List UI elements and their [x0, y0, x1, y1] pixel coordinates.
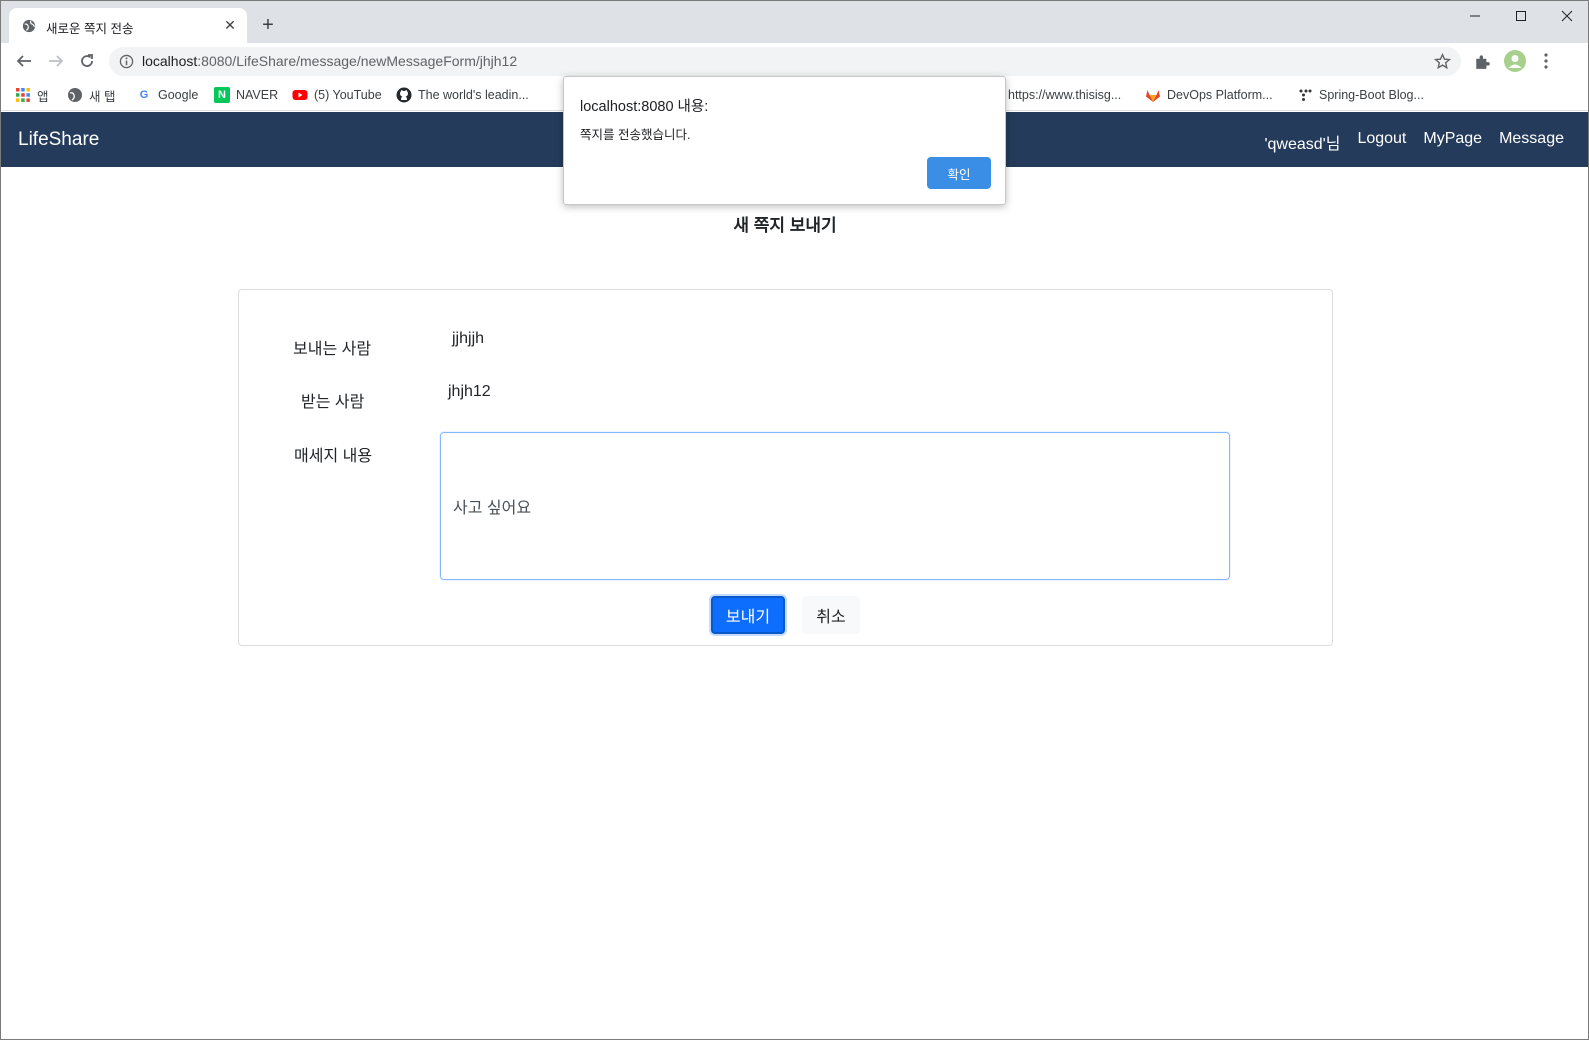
- tab-title: 새로운 쪽지 전송: [46, 22, 134, 36]
- dialog-message: 쪽지를 전송했습니다.: [580, 128, 691, 142]
- message-content-text: 사고 싶어요: [453, 500, 532, 517]
- bookmark-naver[interactable]: N NAVER: [214, 85, 278, 105]
- forward-arrow-icon[interactable]: [44, 49, 68, 73]
- cancel-button[interactable]: 취소: [802, 596, 860, 634]
- profile-avatar-icon[interactable]: [1504, 50, 1526, 72]
- back-arrow-icon[interactable]: [12, 49, 36, 73]
- bookmark-youtube[interactable]: (5) YouTube: [292, 85, 382, 105]
- nav-mypage-link[interactable]: MyPage: [1423, 130, 1482, 154]
- browser-tab[interactable]: 새로운 쪽지 전송 ✕: [9, 8, 247, 43]
- bookmark-gitlab[interactable]: DevOps Platform...: [1145, 85, 1273, 105]
- gitlab-icon: [1146, 90, 1160, 102]
- browser-window: 새로운 쪽지 전송 ✕ + localhost:8080/LifeShare/m…: [0, 0, 1589, 1040]
- dialog-ok-button[interactable]: 확인: [927, 157, 991, 189]
- dialog-title: localhost:8080 내용:: [580, 99, 709, 115]
- send-button[interactable]: 보내기: [711, 596, 785, 634]
- bookmark-springboot-blog[interactable]: Spring-Boot Blog...: [1297, 85, 1424, 105]
- bookmark-github[interactable]: The world's leadin...: [396, 85, 529, 105]
- content-label: 매세지 내용: [294, 448, 373, 465]
- message-content-textarea[interactable]: 사고 싶어요: [440, 432, 1230, 580]
- apps-grid-icon: [16, 88, 30, 102]
- info-icon[interactable]: [119, 54, 134, 69]
- github-icon: [396, 87, 412, 103]
- bookmark-star-icon[interactable]: [1434, 53, 1451, 70]
- sender-value: jjhjjh: [452, 330, 485, 347]
- minimize-icon[interactable]: [1452, 1, 1498, 31]
- url-text[interactable]: localhost:8080/LifeShare/message/newMess…: [142, 53, 517, 69]
- google-icon: G: [139, 89, 149, 101]
- message-form-card: 보내는 사람 jjhjjh 받는 사람 jhjh12 매세지 내용 사고 싶어요…: [238, 289, 1333, 646]
- kebab-menu-icon[interactable]: [1539, 51, 1553, 71]
- page-title: 새 쪽지 보내기: [733, 216, 837, 235]
- tab-close-icon[interactable]: ✕: [221, 16, 239, 34]
- youtube-icon: [292, 90, 308, 100]
- globe-icon: [68, 88, 82, 102]
- extensions-puzzle-icon[interactable]: [1474, 52, 1492, 70]
- bookmark-google[interactable]: G Google: [136, 85, 199, 105]
- alert-dialog: localhost:8080 내용: 쪽지를 전송했습니다. 확인: [563, 76, 1006, 205]
- nav-logout-link[interactable]: Logout: [1357, 130, 1406, 154]
- nav-user-greeting[interactable]: 'qweasd'님: [1264, 130, 1340, 154]
- new-tab-icon[interactable]: +: [257, 14, 279, 36]
- reload-icon[interactable]: [75, 49, 99, 73]
- maximize-icon[interactable]: [1498, 1, 1544, 31]
- blog-icon: [1299, 89, 1312, 101]
- sender-label: 보내는 사람: [293, 341, 372, 358]
- bookmark-new-tab[interactable]: 새 탭: [67, 85, 115, 105]
- receiver-label: 받는 사람: [301, 394, 365, 411]
- address-bar[interactable]: localhost:8080/LifeShare/message/newMess…: [109, 47, 1461, 76]
- bookmark-apps[interactable]: 앱: [15, 85, 49, 105]
- navbar-links: 'qweasd'님 Logout MyPage Message: [1264, 130, 1564, 154]
- browser-toolbar: localhost:8080/LifeShare/message/newMess…: [1, 43, 1588, 79]
- nav-message-link[interactable]: Message: [1499, 130, 1564, 154]
- naver-icon: N: [214, 87, 230, 103]
- globe-icon: [22, 19, 36, 33]
- bookmark-thisisg[interactable]: ▖ https://www.thisisg...: [995, 85, 1121, 105]
- window-close-icon[interactable]: [1544, 1, 1588, 31]
- tab-strip: 새로운 쪽지 전송 ✕ +: [1, 1, 1588, 43]
- receiver-value: jhjh12: [448, 383, 491, 400]
- brand-logo[interactable]: LifeShare: [18, 129, 99, 151]
